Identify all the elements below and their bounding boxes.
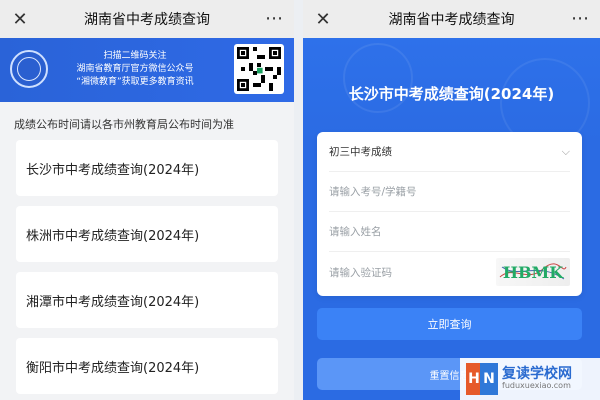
banner-line-2: 湖南省教育厅官方微信公众号 [76,64,194,74]
left-top-bar: ✕ 湖南省中考成绩查询 ⋯ [0,0,294,38]
city-item-xiangtan[interactable]: 湘潭市中考成绩查询(2024年) [16,272,278,328]
close-icon[interactable]: ✕ [313,9,333,30]
exam-number-placeholder: 请输入考号/学籍号 [329,186,417,198]
left-screen: ✕ 湖南省中考成绩查询 ⋯ 扫描二维码关注 湖南省教育厅官方微信公众号 “湘微教… [0,0,294,400]
page-title: 湖南省中考成绩查询 [388,12,515,28]
exam-type-value: 初三中考成绩 [329,146,392,158]
logo-en: fuduxuexiao.com [502,381,571,391]
banner-line-3: “湘微教育”获取更多教育资讯 [76,77,194,87]
hero-title: 长沙市中考成绩查询(2024年) [348,85,555,103]
form-area: 初三中考成绩 ⌵ 请输入考号/学籍号 请输入姓名 请输入验证码 HBMK 立即查… [303,132,600,400]
name-input[interactable]: 请输入姓名 [329,212,570,252]
exam-number-input[interactable]: 请输入考号/学籍号 [329,172,570,212]
logo-letter-n: N [480,363,498,395]
captcha-row: 请输入验证码 HBMK [329,252,570,292]
qrcode-banner: 扫描二维码关注 湖南省教育厅官方微信公众号 “湘微教育”获取更多教育资讯 [0,38,294,102]
submit-query-button[interactable]: 立即查询 [317,308,582,340]
education-emblem-icon [10,50,48,88]
name-placeholder: 请输入姓名 [329,226,382,238]
city-item-zhuzhou[interactable]: 株洲市中考成绩查询(2024年) [16,206,278,262]
captcha-text: HBMK [503,263,564,282]
captcha-image[interactable]: HBMK [496,258,570,286]
page-title: 湖南省中考成绩查询 [84,12,210,28]
chevron-down-icon: ⌵ [561,144,570,158]
logo-text: 复读学校网 fuduxuexiao.com [502,365,572,391]
right-screen: ✕ 湖南省中考成绩查询 ⋯ 长沙市中考成绩查询(2024年) 初三中考成绩 ⌵ … [303,0,600,400]
hero-banner: 长沙市中考成绩查询(2024年) [303,38,600,142]
logo-mark: H N [466,363,498,395]
right-top-bar: ✕ 湖南省中考成绩查询 ⋯ [303,0,600,38]
city-item-hengyang[interactable]: 衡阳市中考成绩查询(2024年) [16,338,278,394]
logo-cn: 复读学校网 [502,365,572,382]
banner-text: 扫描二维码关注 湖南省教育厅官方微信公众号 “湘微教育”获取更多教育资讯 [60,50,210,89]
query-form: 初三中考成绩 ⌵ 请输入考号/学籍号 请输入姓名 请输入验证码 HBMK [317,132,582,296]
more-options-icon[interactable]: ⋯ [571,10,590,28]
more-options-icon[interactable]: ⋯ [265,10,284,28]
qr-code [234,44,284,94]
qr-code-icon [237,47,281,91]
close-icon[interactable]: ✕ [10,9,30,30]
captcha-input[interactable]: 请输入验证码 [329,265,392,280]
exam-type-select[interactable]: 初三中考成绩 ⌵ [329,132,570,172]
screens: ✕ 湖南省中考成绩查询 ⋯ 扫描二维码关注 湖南省教育厅官方微信公众号 “湘微教… [0,0,600,400]
captcha-graphic: HBMK [499,263,567,282]
city-item-changsha[interactable]: 长沙市中考成绩查询(2024年) [16,140,278,196]
release-time-note: 成绩公布时间请以各市州教育局公布时间为准 [14,118,234,131]
banner-line-1: 扫描二维码关注 [103,51,167,61]
site-watermark-logo: H N 复读学校网 fuduxuexiao.com [460,358,600,400]
